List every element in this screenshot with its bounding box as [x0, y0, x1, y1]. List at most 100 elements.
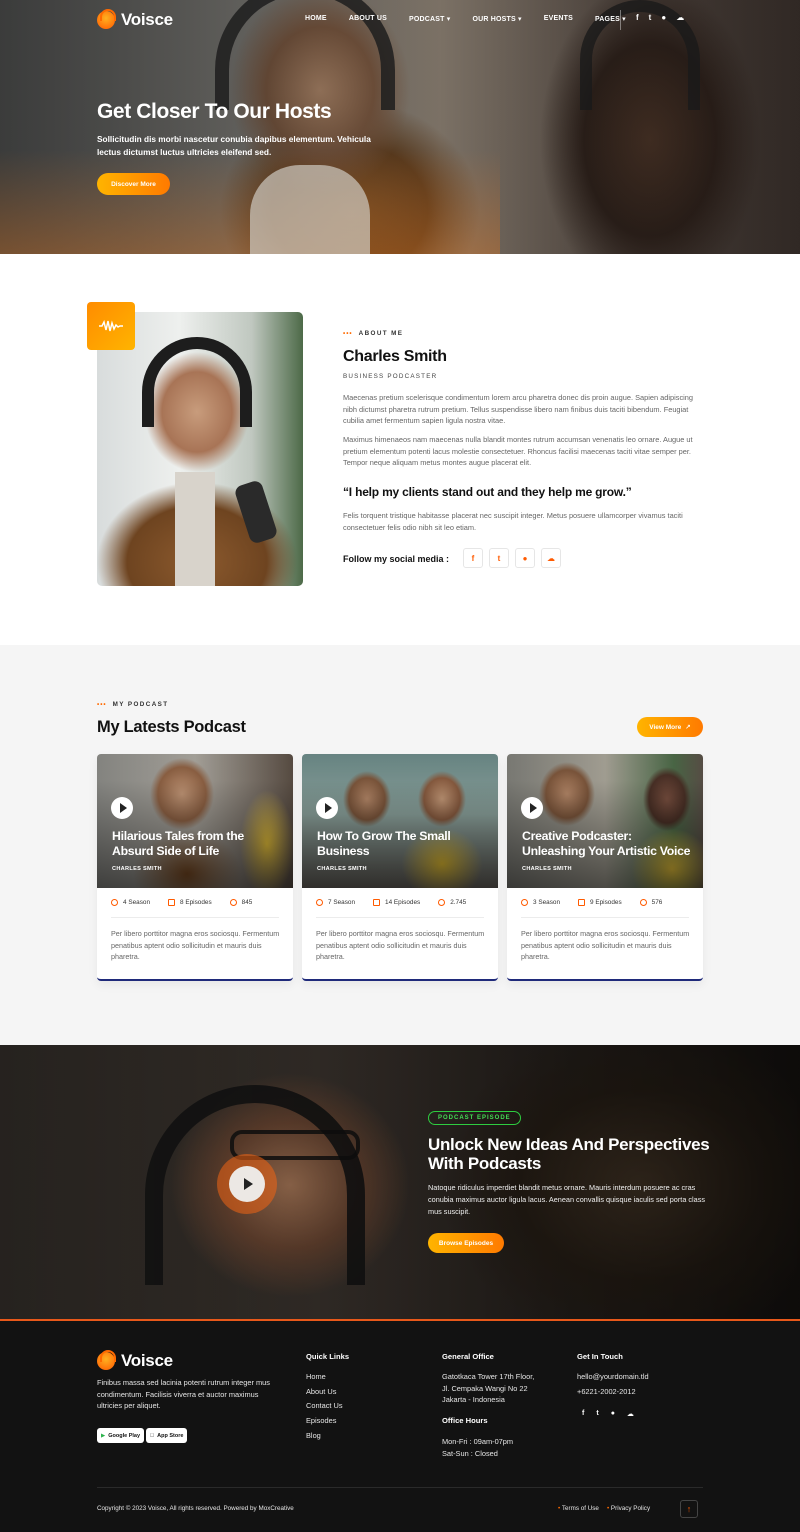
podcast-card-description: Per libero porttitor magna eros sociosqu…: [316, 929, 485, 962]
logo-text: Voisce: [121, 10, 173, 29]
hero-section: Voisce HOME ABOUT US PODCAST OUR HOSTS E…: [0, 0, 800, 254]
privacy-link[interactable]: Privacy Policy: [607, 1505, 650, 1512]
listen-count: 845: [229, 899, 253, 906]
listens-label: 845: [241, 899, 253, 906]
soundwave-badge: [87, 302, 135, 350]
spotify-icon[interactable]: ●: [611, 1410, 615, 1418]
episode-count: 8 Episodes: [168, 899, 212, 906]
spotify-icon[interactable]: ●: [515, 548, 535, 568]
browse-episodes-button[interactable]: Browse Episodes: [428, 1233, 504, 1253]
address-line: Jl. Cempaka Wangi No 22: [442, 1383, 528, 1393]
discover-more-button[interactable]: Discover More: [97, 173, 170, 195]
card-divider: [111, 917, 279, 918]
podcast-card[interactable]: Hilarious Tales from the Absurd Side of …: [97, 754, 293, 981]
podcast-card[interactable]: How To Grow The Small Business CHARLES S…: [302, 754, 498, 981]
contact-info: hello@yourdomain.tld +6221-2002-2012: [577, 1371, 649, 1397]
soundcloud-icon[interactable]: ☁: [627, 1410, 634, 1418]
eyebrow-dots-icon: •••: [343, 330, 353, 337]
listen-count: 576: [639, 899, 663, 906]
view-more-button[interactable]: View More ↗: [637, 717, 703, 737]
podcast-card-image: Hilarious Tales from the Absurd Side of …: [97, 754, 293, 888]
nav-item-events[interactable]: EVENTS: [544, 15, 573, 23]
photo-headphones-shape: [142, 337, 252, 427]
episode-count: 9 Episodes: [578, 899, 622, 906]
twitter-icon[interactable]: t: [489, 548, 509, 568]
google-play-button[interactable]: ▶ Google Play: [97, 1428, 145, 1443]
nav-item-podcast[interactable]: PODCAST: [409, 15, 450, 23]
office-address: Gatotkaca Tower 17th Floor, Jl. Cempaka …: [442, 1371, 534, 1406]
contact-phone[interactable]: +6221-2002-2012: [577, 1386, 649, 1398]
episodes-label: 8 Episodes: [180, 899, 212, 906]
office-hours: Mon-Fri : 09am-07pm Sat-Sun : Closed: [442, 1436, 513, 1459]
footer-divider: [97, 1487, 703, 1488]
footer-logo[interactable]: Voisce: [97, 1350, 173, 1371]
podcast-card-meta: 7 Season 14 Episodes 2.745: [316, 899, 484, 906]
listens-label: 576: [651, 899, 663, 906]
google-play-icon: ▶: [101, 1432, 106, 1439]
photo-shirt-shape: [175, 472, 215, 586]
podcast-card-title[interactable]: Creative Podcaster: Unleashing Your Arti…: [522, 829, 692, 859]
play-icon[interactable]: [521, 797, 543, 819]
podcast-card[interactable]: Creative Podcaster: Unleashing Your Arti…: [507, 754, 703, 981]
footer-logo-text: Voisce: [121, 1351, 173, 1370]
headphones-icon: [639, 899, 647, 906]
nav-item-home[interactable]: HOME: [305, 15, 327, 23]
hours-line: Mon-Fri : 09am-07pm: [442, 1437, 514, 1446]
episodes-icon: [373, 899, 381, 906]
nav-item-hosts[interactable]: OUR HOSTS: [472, 15, 521, 23]
season-count: 7 Season: [316, 899, 355, 906]
logo-headphones-icon: [97, 1350, 116, 1370]
footer-link-home[interactable]: Home: [306, 1370, 343, 1385]
facebook-icon[interactable]: f: [582, 1410, 584, 1418]
spotify-icon[interactable]: ●: [661, 13, 666, 22]
quick-links-list: Home About Us Contact Us Episodes Blog: [306, 1370, 343, 1444]
episode-description: Natoque ridiculus imperdiet blandit metu…: [428, 1183, 706, 1216]
podcast-section-title: My Latests Podcast: [97, 718, 246, 736]
soundcloud-icon[interactable]: ☁: [676, 13, 684, 22]
season-label: 3 Season: [533, 899, 561, 906]
apple-icon: : [150, 1433, 154, 1439]
hero-title: Get Closer To Our Hosts: [97, 100, 332, 123]
facebook-icon[interactable]: f: [636, 13, 639, 22]
footer-link-blog[interactable]: Blog: [306, 1429, 343, 1444]
episodes-icon: [168, 899, 176, 906]
app-store-button[interactable]: App Store: [146, 1428, 188, 1443]
footer-link-about[interactable]: About Us: [306, 1385, 343, 1400]
site-logo[interactable]: Voisce: [97, 9, 173, 30]
contact-title: Get In Touch: [577, 1352, 623, 1361]
copyright-text: Copyright © 2023 Voisce, All rights rese…: [97, 1505, 294, 1512]
play-icon[interactable]: [316, 797, 338, 819]
podcast-card-title[interactable]: Hilarious Tales from the Absurd Side of …: [112, 829, 282, 859]
about-quote: “I help my clients stand out and they he…: [343, 485, 632, 499]
soundcloud-icon[interactable]: ☁: [541, 548, 561, 568]
terms-link[interactable]: Terms of Use: [558, 1505, 599, 1512]
headphones-icon: [229, 899, 237, 906]
hours-line: Sat-Sun : Closed: [442, 1448, 498, 1458]
twitter-icon[interactable]: t: [649, 13, 652, 22]
episode-tag: PODCAST EPISODE: [428, 1111, 521, 1125]
office-title: General Office: [442, 1352, 494, 1361]
contact-email[interactable]: hello@yourdomain.tld: [577, 1371, 649, 1383]
nav-item-pages[interactable]: PAGES: [595, 15, 626, 23]
footer-social-links: f t ● ☁: [582, 1410, 634, 1418]
back-to-top-button[interactable]: ↑: [680, 1500, 698, 1518]
nav-item-about[interactable]: ABOUT US: [349, 15, 387, 23]
podcast-card-description: Per libero porttitor magna eros sociosqu…: [521, 929, 690, 962]
card-divider: [316, 917, 484, 918]
card-divider: [521, 917, 689, 918]
hero-shirt-shape: [250, 165, 370, 254]
podcast-icon: [521, 899, 528, 906]
video-play-button[interactable]: [217, 1154, 277, 1214]
about-paragraph-3: Felis torquent tristique habitasse place…: [343, 511, 683, 532]
social-label: Follow my social media :: [343, 554, 450, 564]
play-icon[interactable]: [111, 797, 133, 819]
footer-link-episodes[interactable]: Episodes: [306, 1414, 343, 1429]
twitter-icon[interactable]: t: [596, 1410, 598, 1418]
podcast-icon: [316, 899, 323, 906]
podcast-card-title[interactable]: How To Grow The Small Business: [317, 829, 487, 859]
podcast-eyebrow-text: MY PODCAST: [112, 701, 169, 708]
podcast-card-image: Creative Podcaster: Unleashing Your Arti…: [507, 754, 703, 888]
facebook-icon[interactable]: f: [463, 548, 483, 568]
headphones-icon: [438, 899, 446, 906]
footer-link-contact[interactable]: Contact Us: [306, 1399, 343, 1414]
